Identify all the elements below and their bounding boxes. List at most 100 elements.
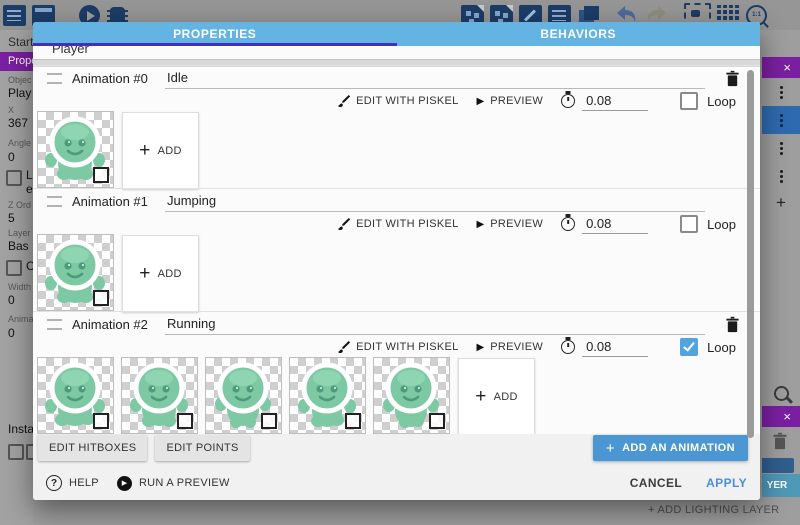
sprite-frame[interactable]: [38, 235, 113, 310]
sprite-frame[interactable]: [374, 358, 449, 433]
frame-checkbox[interactable]: [345, 413, 361, 429]
cancel-button[interactable]: CANCEL: [630, 476, 682, 490]
properties-panel-header: Prope: [0, 52, 33, 71]
frame-duration-input[interactable]: 0.08: [582, 92, 648, 111]
animation-name-input[interactable]: Jumping: [165, 191, 705, 212]
help-button[interactable]: HELP: [69, 477, 99, 489]
field-label: Anima: [8, 314, 33, 324]
add-label: ADD: [494, 391, 518, 403]
add-layer-button[interactable]: YER: [762, 474, 800, 497]
timer-icon: [561, 94, 575, 108]
preview-button[interactable]: PREVIEW: [490, 341, 543, 353]
animation-header: Animation #0 Idle: [33, 65, 760, 90]
frame-checkbox[interactable]: [429, 413, 445, 429]
sprite-frame[interactable]: [38, 112, 113, 187]
loop-checkbox[interactable]: [680, 92, 698, 110]
frame-checkbox[interactable]: [177, 413, 193, 429]
field-value[interactable]: 0: [8, 150, 15, 164]
sprite-frame[interactable]: [206, 358, 281, 433]
scene-tab-label[interactable]: Start S: [8, 35, 33, 49]
frame-duration-input[interactable]: 0.08: [582, 215, 648, 234]
preview-play-icon: ▶: [477, 342, 485, 353]
brush-icon: [336, 340, 350, 354]
timer-icon: [561, 217, 575, 231]
run-preview-icon[interactable]: ▶: [117, 476, 132, 491]
sprite-frame[interactable]: [290, 358, 365, 433]
panel-header-bar: ×: [762, 406, 800, 427]
loop-checkbox[interactable]: [680, 338, 698, 356]
brush-icon: [336, 94, 350, 108]
dialog-scrollbar[interactable]: [747, 70, 754, 438]
trash-icon[interactable]: [772, 432, 788, 455]
animation-title: Animation #2: [72, 317, 165, 332]
sprite-frame[interactable]: [122, 358, 197, 433]
search-icon[interactable]: [774, 386, 789, 401]
lock-checkbox[interactable]: [6, 170, 22, 186]
add-animation-button[interactable]: + ADD AN ANIMATION: [593, 435, 748, 461]
animation-name-input[interactable]: Running: [165, 314, 705, 335]
instance-icon[interactable]: [8, 444, 24, 460]
frames-row: + ADD: [33, 235, 760, 312]
layer-row[interactable]: [762, 162, 800, 190]
add-animation-label: ADD AN ANIMATION: [622, 442, 735, 454]
loop-checkbox[interactable]: [680, 215, 698, 233]
delete-animation-icon[interactable]: [725, 70, 740, 87]
frame-checkbox[interactable]: [93, 290, 109, 306]
preview-button[interactable]: PREVIEW: [490, 95, 543, 107]
frame-duration-input[interactable]: 0.08: [582, 338, 648, 357]
drag-handle-icon[interactable]: [47, 196, 62, 207]
field-label: Angle: [8, 138, 31, 148]
instances-label: Instan: [8, 422, 33, 436]
preview-play-icon: ▶: [477, 96, 485, 107]
field-label: Objec: [8, 75, 32, 85]
edit-hitboxes-button[interactable]: EDIT HITBOXES: [38, 435, 147, 461]
add-frame-button[interactable]: + ADD: [122, 112, 199, 189]
field-value[interactable]: 0: [8, 326, 15, 340]
field-value[interactable]: Play: [8, 86, 31, 100]
sprite-frame[interactable]: [38, 358, 113, 433]
frame-checkbox[interactable]: [93, 413, 109, 429]
add-layer-icon[interactable]: +: [762, 193, 800, 213]
animation-name-input[interactable]: Idle: [165, 68, 705, 89]
loop-label: Loop: [707, 217, 736, 232]
field-value[interactable]: 5: [8, 211, 15, 225]
layer-row[interactable]: [762, 134, 800, 162]
layer-row[interactable]: [762, 78, 800, 106]
layer-action-button[interactable]: [762, 458, 794, 473]
instance-icon[interactable]: [26, 444, 33, 460]
tab-behaviors[interactable]: BEHAVIORS: [397, 22, 761, 46]
animation-section-1: Animation #1 Jumping EDIT WITH PISKEL ▶ …: [33, 188, 760, 312]
preview-button[interactable]: PREVIEW: [490, 218, 543, 230]
drag-handle-icon[interactable]: [47, 319, 62, 330]
help-icon[interactable]: ?: [46, 475, 62, 491]
edit-with-piskel-button[interactable]: EDIT WITH PISKEL: [356, 218, 458, 230]
add-lighting-layer-button[interactable]: + ADD LIGHTING LAYER: [648, 504, 779, 516]
apply-button[interactable]: APPLY: [706, 476, 747, 490]
edit-with-piskel-button[interactable]: EDIT WITH PISKEL: [356, 95, 458, 107]
field-value[interactable]: Bas: [8, 239, 29, 253]
delete-animation-icon[interactable]: [725, 316, 740, 333]
run-preview-button[interactable]: RUN A PREVIEW: [139, 477, 230, 489]
object-name-field[interactable]: Player: [52, 46, 89, 56]
frame-checkbox[interactable]: [261, 413, 277, 429]
close-icon[interactable]: ×: [783, 409, 791, 424]
drag-dots-icon: [780, 114, 783, 117]
field-label: Layer: [8, 228, 31, 238]
project-manager-icon[interactable]: [3, 5, 26, 26]
object-editor-dialog: PROPERTIES BEHAVIORS Player Animation #0…: [33, 22, 760, 500]
layer-row-selected[interactable]: [762, 106, 800, 134]
layers-panel-header: ×: [762, 57, 800, 78]
frame-checkbox[interactable]: [93, 167, 109, 183]
animation-toolbar: EDIT WITH PISKEL ▶ PREVIEW 0.08 Loop: [33, 90, 760, 112]
add-frame-button[interactable]: + ADD: [458, 358, 535, 435]
edit-points-button[interactable]: EDIT POINTS: [155, 435, 249, 461]
custom-size-checkbox[interactable]: [6, 260, 22, 276]
edit-with-piskel-button[interactable]: EDIT WITH PISKEL: [356, 341, 458, 353]
add-frame-button[interactable]: + ADD: [122, 235, 199, 312]
animation-title: Animation #1: [72, 194, 165, 209]
field-value[interactable]: 0: [8, 293, 15, 307]
animation-header: Animation #1 Jumping: [33, 188, 760, 213]
close-icon[interactable]: ×: [783, 60, 791, 75]
field-value[interactable]: 367: [8, 116, 28, 130]
drag-handle-icon[interactable]: [47, 73, 62, 84]
